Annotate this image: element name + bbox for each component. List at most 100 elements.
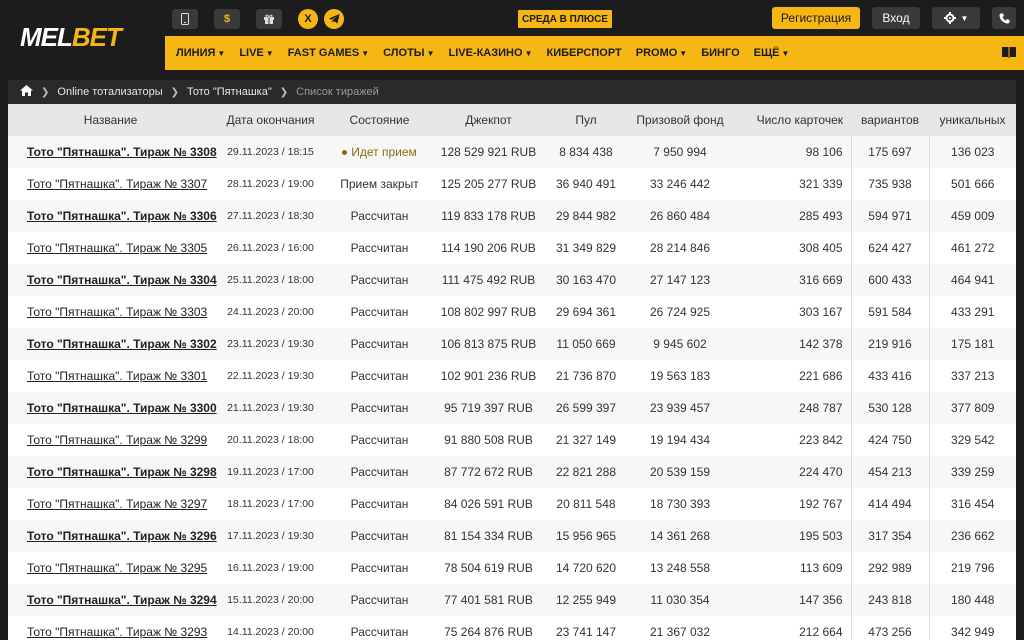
cell-end-date: 28.11.2023 / 19:00 <box>213 168 328 200</box>
draw-link[interactable]: Тото "Пятнашка". Тираж № 3297 <box>27 497 207 511</box>
table-row: Тото "Пятнашка". Тираж № 3302 23.11.2023 … <box>8 328 1016 360</box>
nav-label: ЛИНИЯ <box>176 47 216 59</box>
cell-variants: 600 433 <box>850 264 929 296</box>
phone-icon <box>999 13 1009 23</box>
chevron-down-icon: ▼ <box>960 13 969 23</box>
draw-link[interactable]: Тото "Пятнашка". Тираж № 3306 <box>27 209 217 223</box>
melbet-logo[interactable]: MELBET <box>20 20 122 54</box>
draw-link[interactable]: Тото "Пятнашка". Тираж № 3300 <box>27 401 217 415</box>
draw-link[interactable]: Тото "Пятнашка". Тираж № 3302 <box>27 337 217 351</box>
cell-jackpot: 91 880 508 RUB <box>431 424 546 456</box>
register-button[interactable]: Регистрация <box>772 7 860 29</box>
draw-link[interactable]: Тото "Пятнашка". Тираж № 3298 <box>27 465 217 479</box>
cell-cards: 321 339 <box>734 168 851 200</box>
gift-button[interactable] <box>256 9 282 29</box>
nav-item-live[interactable]: LIVE ▼ <box>239 47 273 59</box>
breadcrumb-item-totalizators[interactable]: Online тотализаторы <box>57 86 162 98</box>
cell-variants: 624 427 <box>850 232 929 264</box>
login-button[interactable]: Вход <box>872 7 920 29</box>
draw-link[interactable]: Тото "Пятнашка". Тираж № 3296 <box>27 529 217 543</box>
table-row: Тото "Пятнашка". Тираж № 3296 17.11.2023 … <box>8 520 1016 552</box>
main-nav: ЛИНИЯ ▼ LIVE ▼ FAST GAMES ▼ СЛОТЫ ▼ LIVE-КАЗ… <box>165 36 1024 70</box>
cell-end-date: 29.11.2023 / 18:15 <box>213 136 328 168</box>
draw-link[interactable]: Тото "Пятнашка". Тираж № 3304 <box>27 273 217 287</box>
cell-name: Тото "Пятнашка". Тираж № 3298 <box>8 456 217 488</box>
nav-item-bingo[interactable]: БИНГО <box>701 47 739 59</box>
x-social-button[interactable]: X <box>298 9 318 29</box>
col-header-variants: вариантов <box>851 104 929 136</box>
cell-name: Тото "Пятнашка". Тираж № 3296 <box>8 520 217 552</box>
nav-item-line[interactable]: ЛИНИЯ ▼ <box>176 47 225 59</box>
cell-variants: 594 971 <box>850 200 929 232</box>
draw-link[interactable]: Тото "Пятнашка". Тираж № 3307 <box>27 177 207 191</box>
chevron-down-icon: ▼ <box>679 48 688 58</box>
logo-part-1: MEL <box>20 22 73 52</box>
cell-prize-fund: 21 367 032 <box>626 616 734 640</box>
nav-item-more[interactable]: ЕЩЁ ▼ <box>754 47 790 59</box>
nav-label: КИБЕРСПОРТ <box>546 47 622 59</box>
state-text: Рассчитан <box>350 369 409 383</box>
phone-button[interactable] <box>992 7 1016 29</box>
cell-prize-fund: 20 539 159 <box>626 456 734 488</box>
cell-unique: 342 949 <box>928 616 1016 640</box>
breadcrumb-item-toto[interactable]: Тото "Пятнашка" <box>187 86 272 98</box>
cell-jackpot: 128 529 921 RUB <box>431 136 546 168</box>
table-row: Тото "Пятнашка". Тираж № 3298 19.11.2023 … <box>8 456 1016 488</box>
cell-end-date: 21.11.2023 / 19:30 <box>213 392 328 424</box>
cell-variants: 735 938 <box>850 168 929 200</box>
state-text: Рассчитан <box>350 625 409 639</box>
chevron-down-icon: ▼ <box>265 48 274 58</box>
cell-pool: 29 694 361 <box>546 296 626 328</box>
draw-link[interactable]: Тото "Пятнашка". Тираж № 3295 <box>27 561 207 575</box>
draw-link[interactable]: Тото "Пятнашка". Тираж № 3293 <box>27 625 207 639</box>
chevron-down-icon: ▼ <box>361 48 370 58</box>
cell-state: Рассчитан <box>328 584 431 616</box>
home-icon[interactable] <box>20 85 33 99</box>
telegram-button[interactable] <box>324 9 344 29</box>
cell-end-date: 23.11.2023 / 19:30 <box>213 328 328 360</box>
col-header-unique: уникальных <box>929 104 1016 136</box>
promo-badge[interactable]: СРЕДА В ПЛЮСЕ <box>517 9 613 29</box>
draw-link[interactable]: Тото "Пятнашка". Тираж № 3301 <box>27 369 207 383</box>
nav-item-esports[interactable]: КИБЕРСПОРТ <box>546 47 621 59</box>
draw-link[interactable]: Тото "Пятнашка". Тираж № 3305 <box>27 241 207 255</box>
cell-unique: 337 213 <box>928 360 1016 392</box>
cell-unique: 433 291 <box>928 296 1016 328</box>
cell-name: Тото "Пятнашка". Тираж № 3306 <box>8 200 217 232</box>
chevron-down-icon: ▼ <box>524 48 533 58</box>
cell-unique: 180 448 <box>928 584 1016 616</box>
cell-cards: 285 493 <box>734 200 851 232</box>
nav-item-live-casino[interactable]: LIVE-КАЗИНО ▼ <box>448 47 532 59</box>
state-text: Рассчитан <box>350 401 409 415</box>
deposit-button[interactable]: $ <box>214 9 240 29</box>
draw-link[interactable]: Тото "Пятнашка". Тираж № 3294 <box>27 593 217 607</box>
draw-link[interactable]: Тото "Пятнашка". Тираж № 3308 <box>27 145 217 159</box>
cell-unique: 461 272 <box>928 232 1016 264</box>
cell-unique: 459 009 <box>928 200 1016 232</box>
book-icon[interactable] <box>1002 46 1016 60</box>
cell-end-date: 22.11.2023 / 19:30 <box>213 360 328 392</box>
breadcrumb-item-current: Список тиражей <box>296 86 379 98</box>
table-row: Тото "Пятнашка". Тираж № 3300 21.11.2023 … <box>8 392 1016 424</box>
table-row: Тото "Пятнашка". Тираж № 3305 26.11.2023 … <box>8 232 1016 264</box>
draw-link[interactable]: Тото "Пятнашка". Тираж № 3299 <box>27 433 207 447</box>
cell-prize-fund: 27 147 123 <box>626 264 734 296</box>
cell-end-date: 19.11.2023 / 17:00 <box>213 456 328 488</box>
nav-item-slots[interactable]: СЛОТЫ ▼ <box>383 47 434 59</box>
settings-button[interactable]: ▼ <box>932 7 980 29</box>
nav-item-promo[interactable]: PROMO ▼ <box>636 47 687 59</box>
draw-link[interactable]: Тото "Пятнашка". Тираж № 3303 <box>27 305 207 319</box>
breadcrumb: ❯ Online тотализаторы ❯ Тото "Пятнашка" … <box>8 80 1016 104</box>
cell-pool: 30 163 470 <box>546 264 626 296</box>
cell-variants: 175 697 <box>850 136 929 168</box>
cell-jackpot: 81 154 334 RUB <box>431 520 546 552</box>
nav-item-fast-games[interactable]: FAST GAMES ▼ <box>288 47 369 59</box>
cell-jackpot: 111 475 492 RUB <box>431 264 546 296</box>
mobile-app-button[interactable] <box>172 9 198 29</box>
cell-pool: 31 349 829 <box>546 232 626 264</box>
cell-cards: 224 470 <box>734 456 851 488</box>
cell-cards: 147 356 <box>734 584 851 616</box>
col-header-cards: Число карточек <box>734 104 851 136</box>
cell-cards: 212 664 <box>734 616 851 640</box>
cell-pool: 22 821 288 <box>546 456 626 488</box>
